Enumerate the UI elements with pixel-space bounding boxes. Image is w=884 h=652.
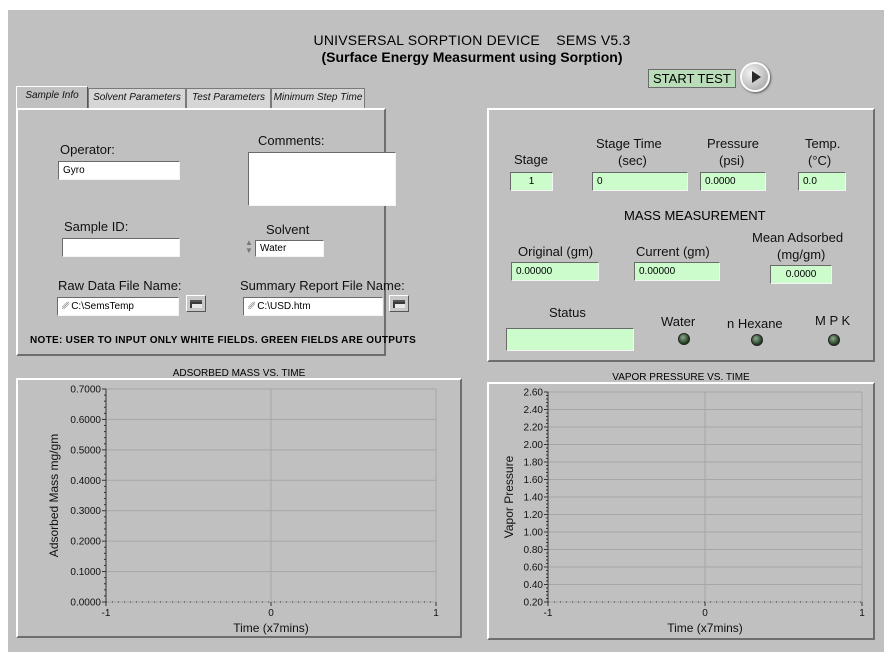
folder-icon	[190, 300, 202, 308]
tab-sample-info[interactable]: Sample Info	[16, 86, 88, 108]
vapor-pressure-x-axis-label: Time (x7mins)	[667, 621, 743, 635]
summary-file-browse-button[interactable]	[389, 295, 409, 312]
vapor-pressure-y-tick-label: 1.80	[524, 458, 544, 469]
operator-input[interactable]: Gyro	[58, 161, 180, 180]
start-test-button[interactable]	[740, 62, 770, 92]
hexane-led-indicator	[751, 334, 763, 346]
adsorbed-mass-x-axis-label: Time (x7mins)	[233, 621, 309, 635]
path-icon: ␥	[248, 301, 256, 311]
stage-time-unit: (sec)	[618, 153, 647, 168]
mpk-led-indicator	[828, 334, 840, 346]
pressure-value: 0.0000	[700, 172, 766, 191]
original-mass-value: 0.00000	[511, 262, 599, 281]
adsorbed-mass-y-tick-label: 0.4000	[70, 476, 101, 487]
vapor-pressure-y-tick-label: 2.20	[524, 423, 544, 434]
vapor-pressure-y-tick-label: 2.40	[524, 405, 544, 416]
operator-label: Operator:	[60, 142, 115, 157]
vapor-pressure-y-tick-label: 0.20	[524, 598, 544, 609]
solvent-label: Solvent	[266, 222, 310, 237]
adsorbed-mass-y-tick-label: 0.0000	[70, 598, 101, 609]
vapor-pressure-y-tick-label: 0.80	[524, 545, 544, 556]
vapor-pressure-chart-title: VAPOR PRESSURE VS. TIME	[612, 372, 750, 383]
status-label: Status	[549, 305, 586, 320]
vapor-pressure-y-tick-label: 2.60	[524, 388, 544, 399]
vapor-pressure-y-tick-label: 1.40	[524, 493, 544, 504]
play-icon	[752, 71, 761, 83]
solvent-ring-arrows-icon[interactable]: ▲ ▼	[244, 239, 254, 257]
mean-adsorbed-unit: (mg/gm)	[777, 247, 826, 262]
mass-measurement-title: MASS MEASUREMENT	[624, 208, 766, 223]
summary-file-label: Summary Report File Name:	[240, 278, 405, 293]
adsorbed-mass-x-tick-label: 0	[268, 608, 274, 619]
vapor-pressure-y-tick-label: 1.00	[524, 528, 544, 539]
raw-file-browse-button[interactable]	[186, 295, 206, 312]
path-icon: ␥	[62, 301, 70, 311]
vapor-pressure-y-tick-label: 1.60	[524, 475, 544, 486]
water-led-label: Water	[661, 314, 696, 329]
adsorbed-mass-y-tick-label: 0.5000	[70, 445, 101, 456]
mean-adsorbed-value: 0.0000	[770, 265, 832, 284]
vapor-pressure-x-tick-label: 0	[702, 608, 708, 619]
stage-time-label: Stage Time	[596, 136, 662, 151]
folder-icon	[393, 300, 405, 308]
summary-file-value: C:\USD.htm	[257, 301, 311, 312]
stage-time-value: 0	[592, 172, 688, 191]
adsorbed-mass-y-tick-label: 0.2000	[70, 537, 101, 548]
summary-file-input[interactable]: ␥ C:\USD.htm	[243, 297, 383, 316]
tab-test-parameters[interactable]: Test Parameters	[186, 88, 271, 108]
hexane-led-label: n Hexane	[727, 316, 783, 331]
solvent-select[interactable]: Water	[255, 240, 324, 257]
mpk-led-label: M P K	[815, 313, 851, 328]
vapor-pressure-y-tick-label: 0.60	[524, 563, 544, 574]
app-title: UNIVSERSAL SORPTION DEVICE SEMS V5.3 (Su…	[262, 32, 682, 66]
adsorbed-mass-x-tick-label: -1	[102, 608, 111, 619]
water-led-indicator	[678, 333, 690, 345]
current-mass-value: 0.00000	[634, 262, 720, 281]
raw-file-value: C:\SemsTemp	[71, 301, 134, 312]
tab-solvent-parameters[interactable]: Solvent Parameters	[88, 88, 186, 108]
temp-unit: (°C)	[808, 153, 832, 168]
vapor-pressure-y-tick-label: 0.40	[524, 580, 544, 591]
input-note: NOTE: USER TO INPUT ONLY WHITE FIELDS. G…	[30, 335, 417, 346]
pressure-label: Pressure	[707, 136, 760, 151]
adsorbed-mass-chart-title: ADSORBED MASS VS. TIME	[172, 368, 306, 379]
current-mass-label: Current (gm)	[636, 244, 710, 259]
sample-id-input[interactable]	[62, 238, 180, 257]
pressure-unit: (psi)	[719, 153, 745, 168]
vapor-pressure-chart[interactable]: 0.20 0.40 0.60 0.80 1.00 1.20 1.40 1.60 1.80 2.00…	[489, 384, 873, 638]
adsorbed-mass-y-tick-label: 0.1000	[70, 567, 101, 578]
stage-label: Stage	[514, 152, 548, 167]
status-value	[506, 328, 634, 351]
adsorbed-mass-x-tick-label: 1	[433, 608, 439, 619]
mean-adsorbed-label: Mean Adsorbed	[752, 230, 844, 245]
vapor-pressure-y-axis-label: Vapor Pressure	[502, 455, 516, 538]
raw-file-label: Raw Data File Name:	[58, 278, 182, 293]
title-line-2: (Surface Energy Measurment using Sorptio…	[321, 49, 623, 65]
temp-label: Temp.	[805, 136, 841, 151]
start-test-label[interactable]: START TEST	[648, 69, 736, 88]
adsorbed-mass-y-axis-label: Adsorbed Mass mg/gm	[47, 434, 61, 557]
tab-minimum-step-time[interactable]: Minimum Step Time	[271, 88, 365, 108]
vapor-pressure-y-tick-label: 1.20	[524, 510, 544, 521]
title-line-1: UNIVSERSAL SORPTION DEVICE SEMS V5.3	[313, 32, 631, 48]
adsorbed-mass-y-tick-label: 0.6000	[70, 415, 101, 426]
adsorbed-mass-y-tick-label: 0.7000	[70, 385, 101, 396]
adsorbed-mass-chart[interactable]: 0.0000 0.1000 0.2000 0.3000 0.4000 0.5000 0.60…	[18, 380, 460, 636]
original-mass-label: Original (gm)	[518, 244, 594, 259]
vapor-pressure-x-tick-label: 1	[859, 608, 865, 619]
vapor-pressure-y-tick-label: 2.00	[524, 440, 544, 451]
adsorbed-mass-y-tick-label: 0.3000	[70, 506, 101, 517]
comments-textarea[interactable]	[248, 152, 396, 206]
comments-label: Comments:	[258, 133, 325, 148]
sample-id-label: Sample ID:	[64, 219, 129, 234]
vapor-pressure-x-tick-label: -1	[544, 608, 553, 619]
stage-value: 1	[510, 172, 553, 191]
raw-file-input[interactable]: ␥ C:\SemsTemp	[57, 297, 179, 316]
temp-value: 0.0	[798, 172, 846, 191]
